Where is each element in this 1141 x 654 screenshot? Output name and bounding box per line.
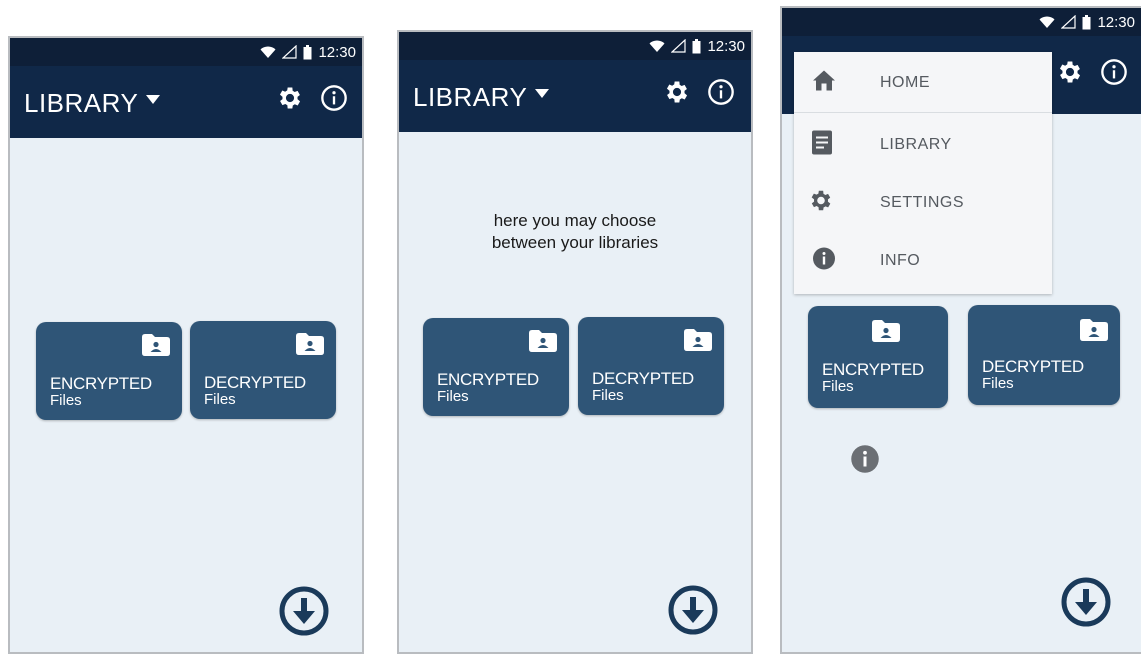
tile-title: ENCRYPTED [437, 370, 539, 389]
tile-subtitle: Files [50, 392, 82, 409]
hint-line: here you may choose [493, 211, 657, 230]
folder-person-icon [684, 329, 712, 356]
phone-screen-library: 12:30 LIBRARY ENCRYPTED Files DECRYPTED … [8, 36, 364, 654]
tile-title: DECRYPTED [204, 373, 306, 392]
menu-item-library[interactable]: LIBRARY [794, 116, 1052, 174]
document-icon [812, 130, 832, 160]
tile-title: DECRYPTED [982, 357, 1084, 376]
folder-person-icon [1080, 319, 1108, 346]
phone-screen-library-hint: 12:30 LIBRARY here you may choose betwee… [397, 30, 753, 654]
caret-down-icon [146, 95, 161, 104]
decrypted-files-tile[interactable]: DECRYPTED Files [968, 305, 1120, 405]
menu-item-home[interactable]: HOME [794, 54, 1052, 112]
menu-item-label: LIBRARY [880, 136, 952, 153]
tile-title: ENCRYPTED [50, 374, 152, 393]
library-dropdown[interactable]: LIBRARY [413, 82, 550, 113]
folder-person-icon [872, 320, 900, 347]
decrypted-files-tile[interactable]: DECRYPTED Files [190, 321, 336, 419]
folder-person-icon [296, 333, 324, 360]
wifi-icon [649, 40, 665, 53]
status-bar: 12:30 [10, 38, 362, 66]
home-icon [812, 70, 836, 97]
library-hint-text: here you may choose between your librari… [399, 210, 751, 254]
status-bar: 12:30 [399, 32, 751, 60]
tile-title: DECRYPTED [592, 369, 694, 388]
signal-icon [1061, 15, 1077, 29]
tile-subtitle: Files [822, 378, 854, 395]
wifi-icon [260, 46, 276, 59]
page-title: LIBRARY [413, 82, 528, 112]
wifi-icon [1039, 16, 1055, 29]
tile-subtitle: Files [204, 391, 236, 408]
gear-icon[interactable] [276, 84, 304, 117]
library-dropdown[interactable]: LIBRARY [24, 88, 161, 119]
download-circle-icon[interactable] [278, 585, 330, 642]
decrypted-files-tile[interactable]: DECRYPTED Files [578, 317, 724, 415]
info-icon [812, 247, 836, 276]
info-icon[interactable] [1100, 58, 1128, 91]
tile-subtitle: Files [592, 387, 624, 404]
info-icon[interactable] [850, 444, 880, 479]
battery-icon [303, 44, 312, 60]
navigation-menu: HOME LIBRARY SETTINGS INFO [794, 52, 1052, 294]
folder-person-icon [529, 330, 557, 357]
gear-icon[interactable] [663, 78, 691, 111]
battery-icon [1082, 14, 1091, 30]
page-title: LIBRARY [24, 88, 139, 118]
battery-icon [692, 38, 701, 54]
tile-title: ENCRYPTED [822, 360, 924, 379]
hint-line: between your libraries [491, 233, 659, 252]
tile-subtitle: Files [437, 388, 469, 405]
encrypted-files-tile[interactable]: ENCRYPTED Files [36, 322, 182, 420]
menu-divider [794, 112, 1052, 113]
menu-item-info[interactable]: INFO [794, 232, 1052, 290]
status-time: 12:30 [1097, 13, 1135, 31]
status-time: 12:30 [318, 43, 356, 61]
signal-icon [282, 45, 298, 59]
phone-screen-menu-open: 12:30 ENCRYPTED Files DECRYPTED Files HO… [780, 6, 1141, 654]
folder-person-icon [142, 334, 170, 361]
menu-item-label: INFO [880, 252, 921, 269]
gear-icon[interactable] [1056, 58, 1084, 91]
status-time: 12:30 [707, 37, 745, 55]
info-icon[interactable] [320, 84, 348, 117]
encrypted-files-tile[interactable]: ENCRYPTED Files [808, 306, 948, 408]
download-circle-icon[interactable] [667, 584, 719, 641]
encrypted-files-tile[interactable]: ENCRYPTED Files [423, 318, 569, 416]
app-bar: LIBRARY [399, 60, 751, 132]
gear-icon [808, 188, 834, 219]
tile-subtitle: Files [982, 375, 1014, 392]
signal-icon [671, 39, 687, 53]
menu-item-label: HOME [880, 74, 930, 91]
menu-item-label: SETTINGS [880, 194, 965, 211]
download-circle-icon[interactable] [1060, 576, 1112, 633]
app-bar: LIBRARY [10, 66, 362, 138]
menu-item-settings[interactable]: SETTINGS [794, 174, 1052, 232]
caret-down-icon [535, 89, 550, 98]
info-icon[interactable] [707, 78, 735, 111]
status-bar: 12:30 [782, 8, 1141, 36]
